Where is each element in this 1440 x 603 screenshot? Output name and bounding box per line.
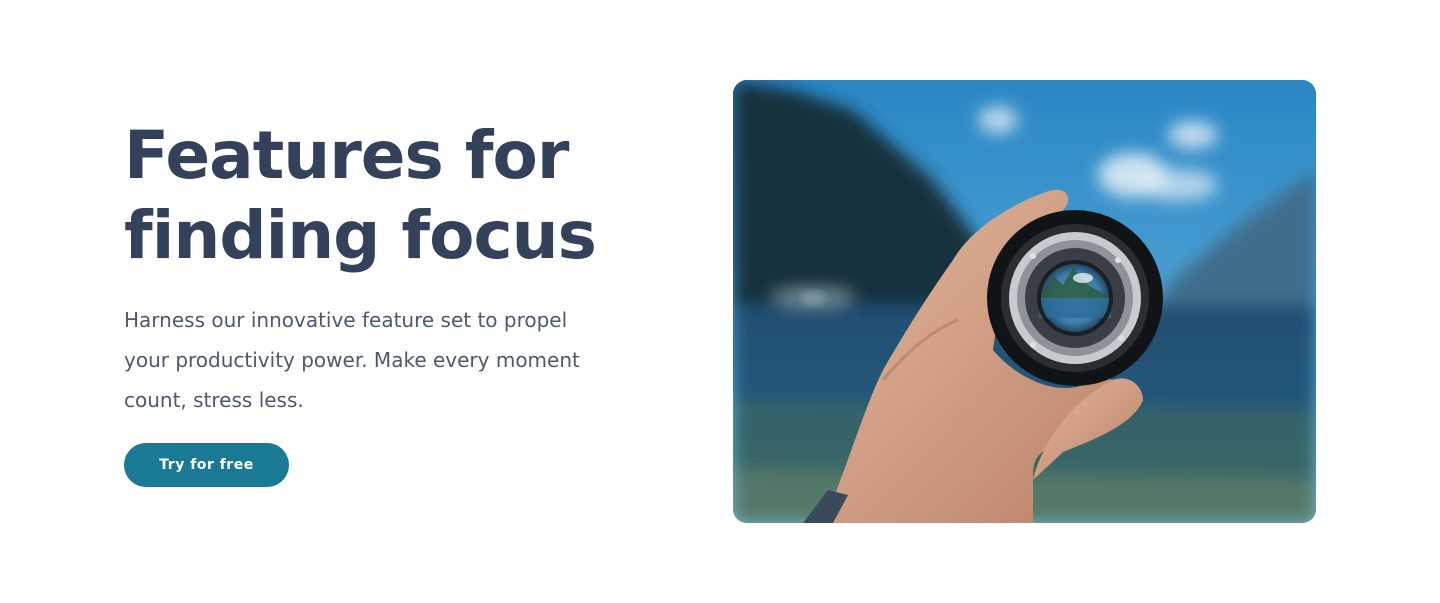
try-for-free-button[interactable]: Try for free bbox=[124, 443, 289, 487]
hero-title: Features for finding focus bbox=[124, 116, 644, 276]
hero-title-line-2: finding focus bbox=[124, 197, 597, 274]
hand-holding-lens-photo bbox=[733, 80, 1316, 523]
hero-title-line-1: Features for bbox=[124, 117, 569, 194]
hero-section: Features for finding focus Harness our i… bbox=[0, 0, 1440, 603]
hero-text-column: Features for finding focus Harness our i… bbox=[124, 116, 644, 420]
hero-image bbox=[733, 80, 1316, 523]
hero-subtitle: Harness our innovative feature set to pr… bbox=[124, 308, 580, 412]
